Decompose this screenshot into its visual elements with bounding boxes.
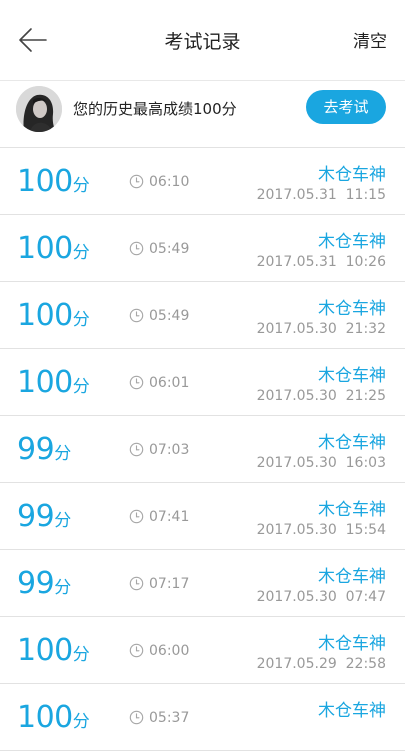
clear-button[interactable]: 清空 [353, 31, 387, 53]
best-score-bar: 您的历史最高成绩100分 去考试 [0, 81, 405, 147]
clock-icon [129, 241, 144, 256]
avatar-image [16, 86, 62, 132]
score-unit: 分 [72, 243, 90, 263]
record-duration: 06:10 [149, 174, 190, 190]
clock-icon [129, 509, 144, 524]
record-duration: 06:00 [149, 643, 190, 659]
record-date: 2017.05.29 22:58 [256, 656, 386, 672]
record-row[interactable]: 100分 05:37 木仓车神 [0, 684, 405, 751]
clock-icon [129, 308, 144, 323]
record-duration: 05:49 [149, 241, 190, 257]
clock-icon [129, 442, 144, 457]
record-score: 99分 [17, 432, 71, 472]
record-user-name: 木仓车神 [318, 232, 386, 252]
record-row[interactable]: 99分 07:03 木仓车神 2017.05.30 16:03 [0, 416, 405, 483]
score-value: 100 [17, 231, 73, 266]
record-duration: 05:49 [149, 308, 190, 324]
record-user-name: 木仓车神 [318, 366, 386, 386]
score-unit: 分 [72, 176, 90, 196]
score-value: 99 [17, 432, 55, 467]
avatar[interactable] [16, 86, 62, 132]
score-value: 100 [17, 633, 73, 668]
score-unit: 分 [72, 645, 90, 665]
record-score: 100分 [17, 231, 90, 271]
score-value: 100 [17, 164, 73, 199]
record-duration: 06:01 [149, 375, 190, 391]
score-unit: 分 [72, 377, 90, 397]
record-date: 2017.05.30 21:25 [256, 388, 386, 404]
record-score: 100分 [17, 633, 90, 673]
record-list: 100分 06:10 木仓车神 2017.05.31 11:15 100分 05… [0, 148, 405, 751]
score-value: 100 [17, 700, 73, 735]
record-user-name: 木仓车神 [318, 165, 386, 185]
score-unit: 分 [72, 712, 90, 732]
score-unit: 分 [72, 310, 90, 330]
record-date: 2017.05.30 15:54 [256, 522, 386, 538]
record-user-name: 木仓车神 [318, 299, 386, 319]
clock-icon [129, 576, 144, 591]
record-user-name: 木仓车神 [318, 500, 386, 520]
record-date: 2017.05.30 16:03 [256, 455, 386, 471]
score-unit: 分 [54, 578, 72, 598]
record-row[interactable]: 99分 07:41 木仓车神 2017.05.30 15:54 [0, 483, 405, 550]
record-row[interactable]: 100分 05:49 木仓车神 2017.05.30 21:32 [0, 282, 405, 349]
clock-icon [129, 375, 144, 390]
record-date: 2017.05.30 21:32 [256, 321, 386, 337]
record-row[interactable]: 100分 06:10 木仓车神 2017.05.31 11:15 [0, 148, 405, 215]
record-row[interactable]: 100分 06:01 木仓车神 2017.05.30 21:25 [0, 349, 405, 416]
record-date: 2017.05.31 10:26 [256, 254, 386, 270]
clock-icon [129, 174, 144, 189]
record-duration: 07:17 [149, 576, 190, 592]
best-score-text: 您的历史最高成绩100分 [73, 100, 237, 118]
clock-icon [129, 710, 144, 725]
score-value: 100 [17, 365, 73, 400]
record-user-name: 木仓车神 [318, 634, 386, 654]
clock-icon [129, 643, 144, 658]
record-row[interactable]: 100分 05:49 木仓车神 2017.05.31 10:26 [0, 215, 405, 282]
score-value: 99 [17, 566, 55, 601]
record-duration: 05:37 [149, 710, 190, 726]
record-score: 99分 [17, 566, 71, 606]
score-unit: 分 [54, 511, 72, 531]
record-score: 100分 [17, 700, 90, 740]
start-exam-button[interactable]: 去考试 [306, 90, 386, 124]
record-row[interactable]: 100分 06:00 木仓车神 2017.05.29 22:58 [0, 617, 405, 684]
score-value: 100 [17, 298, 73, 333]
navigation-bar: 考试记录 清空 [0, 0, 405, 80]
record-score: 100分 [17, 365, 90, 405]
record-user-name: 木仓车神 [318, 567, 386, 587]
record-score: 99分 [17, 499, 71, 539]
record-user-name: 木仓车神 [318, 433, 386, 453]
record-score: 100分 [17, 298, 90, 338]
score-value: 99 [17, 499, 55, 534]
record-row[interactable]: 99分 07:17 木仓车神 2017.05.30 07:47 [0, 550, 405, 617]
record-score: 100分 [17, 164, 90, 204]
record-duration: 07:41 [149, 509, 190, 525]
record-duration: 07:03 [149, 442, 190, 458]
score-unit: 分 [54, 444, 72, 464]
record-date: 2017.05.31 11:15 [256, 187, 386, 203]
record-user-name: 木仓车神 [318, 701, 386, 721]
record-date: 2017.05.30 07:47 [256, 589, 386, 605]
page-title: 考试记录 [164, 31, 241, 53]
